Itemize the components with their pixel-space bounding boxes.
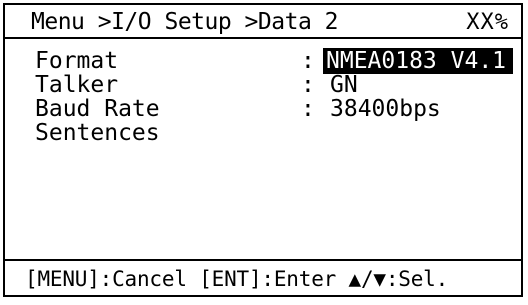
colon-separator: :: [301, 48, 315, 74]
setting-label-sentences: Sentences: [35, 120, 160, 146]
setting-value-talker[interactable]: GN: [327, 72, 361, 98]
setting-label-baud-rate: Baud Rate: [35, 96, 160, 122]
breadcrumb: Menu >I/O Setup >Data 2: [31, 9, 339, 35]
key-hint-text: [MENU]:Cancel [ENT]:Enter ▲/▼:Sel.: [25, 267, 449, 291]
key-hint-bar: [MENU]:Cancel [ENT]:Enter ▲/▼:Sel.: [5, 259, 521, 295]
setting-value-format[interactable]: NMEA0183 V4.1: [323, 48, 514, 74]
setting-row-sentences[interactable]: Sentences: [35, 120, 505, 146]
setting-value-baud-rate[interactable]: 38400bps: [327, 96, 444, 122]
colon-separator: :: [301, 96, 315, 122]
setting-label-talker: Talker: [35, 72, 119, 98]
menu-screen: Menu >I/O Setup >Data 2 XX% Format : NME…: [3, 3, 523, 297]
setting-row-talker[interactable]: Talker : GN: [35, 72, 505, 98]
settings-list: Format : NMEA0183 V4.1 Talker : GN Baud …: [5, 39, 521, 257]
colon-separator: :: [301, 72, 315, 98]
setting-row-baud-rate[interactable]: Baud Rate : 38400bps: [35, 96, 505, 122]
setting-label-format: Format: [35, 48, 119, 74]
title-bar: Menu >I/O Setup >Data 2 XX%: [5, 5, 521, 39]
percent-indicator: XX%: [466, 10, 509, 35]
setting-row-format[interactable]: Format : NMEA0183 V4.1: [35, 48, 514, 74]
